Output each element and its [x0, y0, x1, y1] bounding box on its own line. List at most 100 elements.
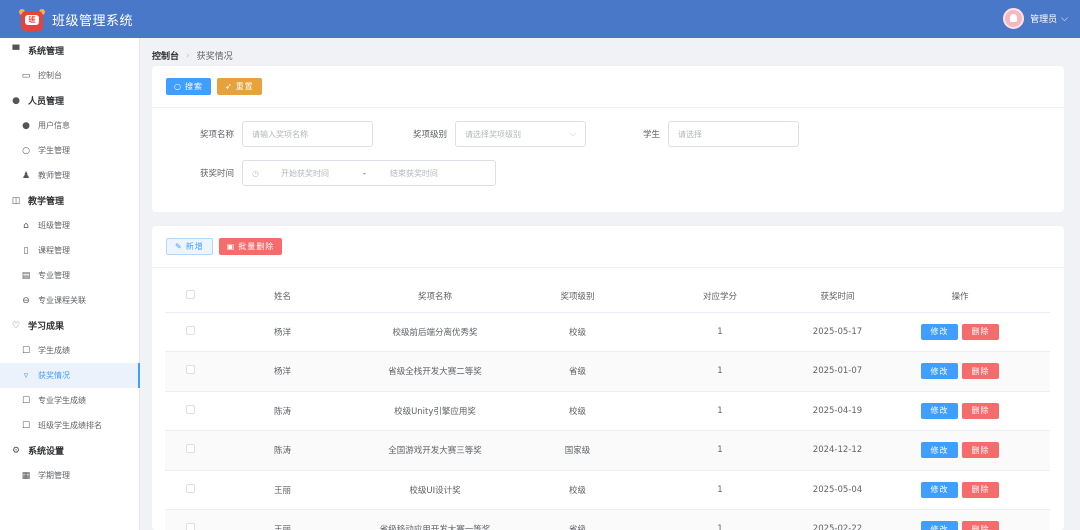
cell-actions: 修改 删除 [870, 509, 1050, 530]
cell-actions: 修改 删除 [870, 351, 1050, 392]
breadcrumb-current: 获奖情况 [196, 52, 233, 62]
teacher-icon: ♟ [21, 170, 31, 181]
delete-button[interactable]: 删除 [962, 481, 999, 498]
award-time-row: 获奖时间 ◷ 开始获奖时间 - 结束获奖时间 [182, 160, 496, 186]
cell-name: 陈涛 [215, 391, 350, 431]
sidebar-item-class-grade-ranking[interactable]: ☐ 班级学生成绩排名 [0, 413, 139, 438]
app-title: 班级管理系统 [52, 13, 134, 29]
delete-button[interactable]: 删除 [962, 402, 999, 419]
edit-button[interactable]: 修改 [921, 442, 958, 459]
cell-level: 国家级 [520, 430, 635, 471]
table-row: 杨洋 校级前后端分离优秀奖 校级 1 2025-05-17 修改 删除 [165, 312, 1050, 352]
edit-button[interactable]: 修改 [921, 521, 958, 530]
column-header-credit[interactable]: 对应学分 [635, 280, 805, 313]
table-row: 陈涛 校级Unity引擎应用奖 校级 1 2025-04-19 修改 删除 [165, 391, 1050, 431]
cell-date: 2025-04-19 [805, 391, 870, 431]
logo-text: 班 [25, 15, 39, 25]
start-time-input[interactable]: 开始获奖时间 [281, 168, 351, 179]
sidebar: ▀ 系统管理 ▭ 控制台 ● 人员管理 ● 用户信息 ○ 学生管理 ♟ 教师管理 ◫ 教学管理… [0, 38, 140, 530]
document-icon: ▤ [21, 270, 31, 281]
sidebar-item-student-grades[interactable]: ☐ 学生成绩 [0, 338, 139, 363]
award-time-range-picker[interactable]: ◷ 开始获奖时间 - 结束获奖时间 [242, 160, 496, 186]
user-menu[interactable]: 管理员 ⌵ [1003, 8, 1068, 29]
notebook-icon: ▯ [23, 245, 29, 256]
delete-button[interactable]: 删除 [962, 363, 999, 380]
sidebar-item-major-student-grades[interactable]: ☐ 专业学生成绩 [0, 388, 139, 413]
delete-button[interactable]: 删除 [962, 323, 999, 340]
edit-doc-icon: ☐ [21, 395, 31, 406]
cell-credit: 1 [635, 391, 805, 431]
row-checkbox[interactable] [165, 509, 215, 530]
trash-icon: ▣ [226, 242, 236, 251]
robot-logo-icon: 班 [18, 5, 46, 33]
cell-date: 2025-01-07 [805, 351, 870, 392]
student-select[interactable]: 请选择 [668, 121, 799, 147]
table-row: 杨洋 省级全栈开发大赛二等奖 省级 1 2025-01-07 修改 删除 [165, 351, 1050, 392]
delete-button[interactable]: 删除 [962, 442, 999, 459]
cell-name: 杨洋 [215, 351, 350, 392]
row-checkbox[interactable] [165, 470, 215, 510]
table-card: ✎ 新增 ▣ 批量删除 姓名 奖项名称 奖项级别 对应学分 获奖时间 操作 杨洋 校级… [152, 226, 1064, 530]
column-header-level[interactable]: 奖项级别 [520, 280, 635, 313]
sidebar-item-students[interactable]: ○ 学生管理 [0, 138, 139, 163]
cell-actions: 修改 删除 [870, 430, 1050, 471]
sidebar-group-teaching[interactable]: ◫ 教学管理 [0, 188, 139, 213]
cell-actions: 修改 删除 [870, 312, 1050, 352]
reset-button[interactable]: ➶ 重置 [216, 78, 262, 95]
table-row: 王丽省级移动应用开发大赛一等奖省级12025-02-22修改删除 [165, 509, 1050, 530]
award-name-input[interactable]: 请输入奖项名称 [242, 121, 373, 147]
range-separator: - [362, 168, 366, 178]
sidebar-group-personnel[interactable]: ● 人员管理 [0, 88, 139, 113]
row-checkbox[interactable] [165, 391, 215, 431]
cell-date: 2024-12-12 [805, 430, 870, 471]
cell-name: 王丽 [215, 509, 350, 530]
chevron-down-icon[interactable]: ⌵ [1061, 14, 1068, 24]
sidebar-item-semesters[interactable]: ▦ 学期管理 [0, 463, 139, 488]
column-header-actions: 操作 [870, 280, 1050, 313]
row-checkbox[interactable] [165, 430, 215, 471]
sidebar-group-achievements[interactable]: ♡ 学习成果 [0, 313, 139, 338]
award-level-select[interactable]: 请选择奖项级别 ⌵ [455, 121, 586, 147]
sidebar-item-courses[interactable]: ▯ 课程管理 [0, 238, 139, 263]
row-checkbox[interactable] [165, 312, 215, 352]
breadcrumb-home[interactable]: 控制台 [152, 49, 179, 62]
avatar[interactable] [1003, 8, 1025, 29]
column-header-date[interactable]: 获奖时间 [805, 280, 870, 313]
edit-button[interactable]: 修改 [921, 363, 958, 380]
sidebar-item-dashboard[interactable]: ▭ 控制台 [0, 63, 139, 88]
sidebar-item-awards[interactable]: ▿ 获奖情况 [0, 363, 140, 388]
sidebar-item-classes[interactable]: ⌂ 班级管理 [0, 213, 139, 238]
award-time-label: 获奖时间 [199, 169, 234, 179]
sidebar-item-majors[interactable]: ▤ 专业管理 [0, 263, 139, 288]
cell-award: 校级前后端分离优秀奖 [350, 312, 520, 352]
row-checkbox[interactable] [165, 351, 215, 392]
table-row: 陈涛 全国游戏开发大赛三等奖 国家级 1 2024-12-12 修改 删除 [165, 430, 1050, 471]
search-button[interactable]: ○ 搜索 [166, 78, 211, 95]
cell-date: 2025-05-17 [805, 312, 870, 352]
table-row: 王丽 校级UI设计奖 校级 1 2025-05-04 修改 删除 [165, 470, 1050, 510]
select-all-checkbox[interactable] [165, 280, 215, 313]
edit-button[interactable]: 修改 [921, 481, 958, 498]
cell-date: 2025-05-04 [805, 470, 870, 510]
cell-level: 校级 [520, 391, 635, 431]
user-name[interactable]: 管理员 [1030, 12, 1057, 25]
sidebar-item-teachers[interactable]: ♟ 教师管理 [0, 163, 139, 188]
cell-credit: 1 [635, 351, 805, 392]
chevron-right-icon: › [186, 50, 190, 61]
delete-button[interactable]: 删除 [962, 521, 999, 530]
add-button[interactable]: ✎ 新增 [166, 238, 213, 255]
column-header-name[interactable]: 姓名 [215, 280, 350, 313]
batch-delete-button[interactable]: ▣ 批量删除 [218, 238, 283, 255]
user-icon: ● [12, 95, 20, 106]
chevron-down-icon: ⌵ [569, 129, 576, 138]
sidebar-item-major-course-link[interactable]: ⊖ 专业课程关联 [0, 288, 139, 313]
sidebar-item-user-info[interactable]: ● 用户信息 [0, 113, 139, 138]
sidebar-group-settings[interactable]: ⚙ 系统设置 [0, 438, 139, 463]
refresh-icon: ➶ [224, 82, 233, 91]
book-icon: ◫ [11, 195, 21, 206]
edit-button[interactable]: 修改 [921, 402, 958, 419]
column-header-award[interactable]: 奖项名称 [350, 280, 520, 313]
end-time-input[interactable]: 结束获奖时间 [390, 168, 438, 179]
edit-button[interactable]: 修改 [921, 323, 958, 340]
sidebar-group-system[interactable]: ▀ 系统管理 [0, 38, 139, 63]
